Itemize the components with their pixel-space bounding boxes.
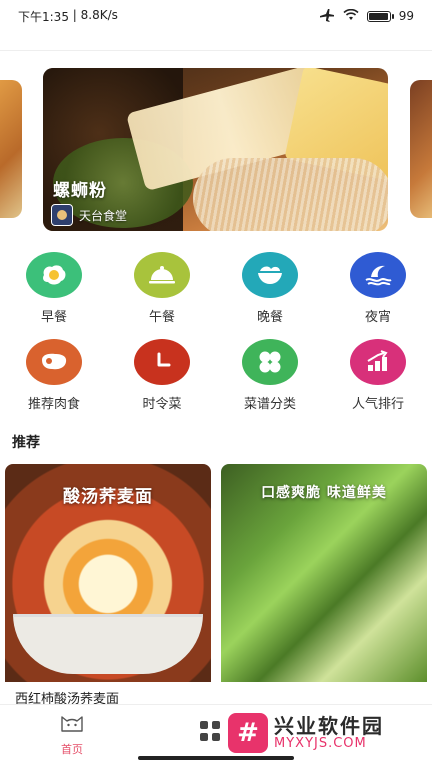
status-speed: 8.8K/s	[80, 7, 118, 22]
category-popular[interactable]: 人气排行	[324, 339, 432, 412]
recipe-title: 西红柿酸汤荞麦面	[15, 692, 120, 704]
category-meat[interactable]: 推荐肉食	[0, 339, 108, 412]
nav-home[interactable]: 首页	[42, 711, 102, 757]
home-indicator	[138, 756, 294, 760]
status-time: 下午1:35	[18, 9, 69, 24]
category-label: 人气排行	[351, 397, 404, 412]
recipe-card[interactable]: 口感爽脆 味道鲜美	[221, 464, 427, 704]
banner-source: 天台食堂	[51, 204, 127, 226]
recipe-card[interactable]: 酸汤荞麦面 西红柿酸汤荞麦面	[5, 464, 211, 704]
banner-prev-slide[interactable]	[0, 80, 22, 218]
category-label: 早餐	[40, 310, 67, 325]
egg-icon	[26, 252, 82, 298]
watermark-en: MYXYJS.COM	[274, 735, 367, 751]
wifi-icon	[343, 8, 359, 24]
recipe-image-caption: 酸汤荞麦面	[63, 487, 153, 507]
battery-percent: 99	[398, 9, 414, 23]
category-seasonal[interactable]: 时令菜	[108, 339, 216, 412]
section-title: 推荐	[12, 435, 40, 451]
category-label: 夜宵	[364, 310, 391, 325]
grid-icon	[242, 339, 298, 385]
watermark-logo: #	[228, 713, 268, 753]
watermark-text: 兴业软件园 MYXYJS.COM	[274, 715, 384, 751]
source-avatar	[51, 204, 73, 226]
nav-home-label: 首页	[61, 743, 83, 756]
bowl-icon	[242, 252, 298, 298]
battery-fill	[368, 12, 388, 20]
watermark-cn: 兴业软件园	[274, 713, 384, 738]
battery-icon	[366, 10, 394, 22]
category-dinner[interactable]: 晚餐	[216, 252, 324, 325]
grid-icon[interactable]	[200, 721, 220, 741]
category-lunch[interactable]: 午餐	[108, 252, 216, 325]
category-label: 时令菜	[142, 397, 182, 412]
status-separator: |	[68, 7, 81, 22]
banner-next-slide[interactable]	[410, 80, 432, 218]
category-label: 菜谱分类	[243, 397, 296, 412]
category-label: 午餐	[148, 310, 175, 325]
status-bar: 下午1:35 | 8.8K/s 99	[0, 0, 432, 32]
bowl-image-part	[13, 614, 203, 674]
status-right: 99	[319, 8, 414, 25]
watermark: # 兴业软件园 MYXYJS.COM	[228, 708, 428, 758]
recipe-image-caption: 口感爽脆 味道鲜美	[261, 485, 387, 501]
airplane-icon	[319, 8, 335, 25]
moon-wave-icon	[350, 252, 406, 298]
category-late-night[interactable]: 夜宵	[324, 252, 432, 325]
meat-icon	[26, 339, 82, 385]
divider	[0, 50, 432, 51]
clock-icon	[134, 339, 190, 385]
category-recipe-types[interactable]: 菜谱分类	[216, 339, 324, 412]
banner-title: 螺蛳粉	[53, 181, 107, 201]
category-label: 晚餐	[256, 310, 283, 325]
cloche-icon	[134, 252, 190, 298]
status-left: 下午1:35 | 8.8K/s	[18, 8, 118, 25]
cat-face-icon	[59, 711, 85, 737]
category-label: 推荐肉食	[27, 397, 80, 412]
banner-slide[interactable]: 螺蛳粉 天台食堂	[43, 68, 388, 231]
banner-carousel[interactable]: 螺蛳粉 天台食堂	[0, 68, 432, 232]
source-name: 天台食堂	[79, 208, 128, 223]
category-grid: 早餐 午餐 晚餐 夜宵 推荐肉食 时令菜 菜谱分类 人气排行	[0, 252, 432, 412]
ranking-icon	[350, 339, 406, 385]
banner-image-part	[193, 158, 388, 231]
category-breakfast[interactable]: 早餐	[0, 252, 108, 325]
